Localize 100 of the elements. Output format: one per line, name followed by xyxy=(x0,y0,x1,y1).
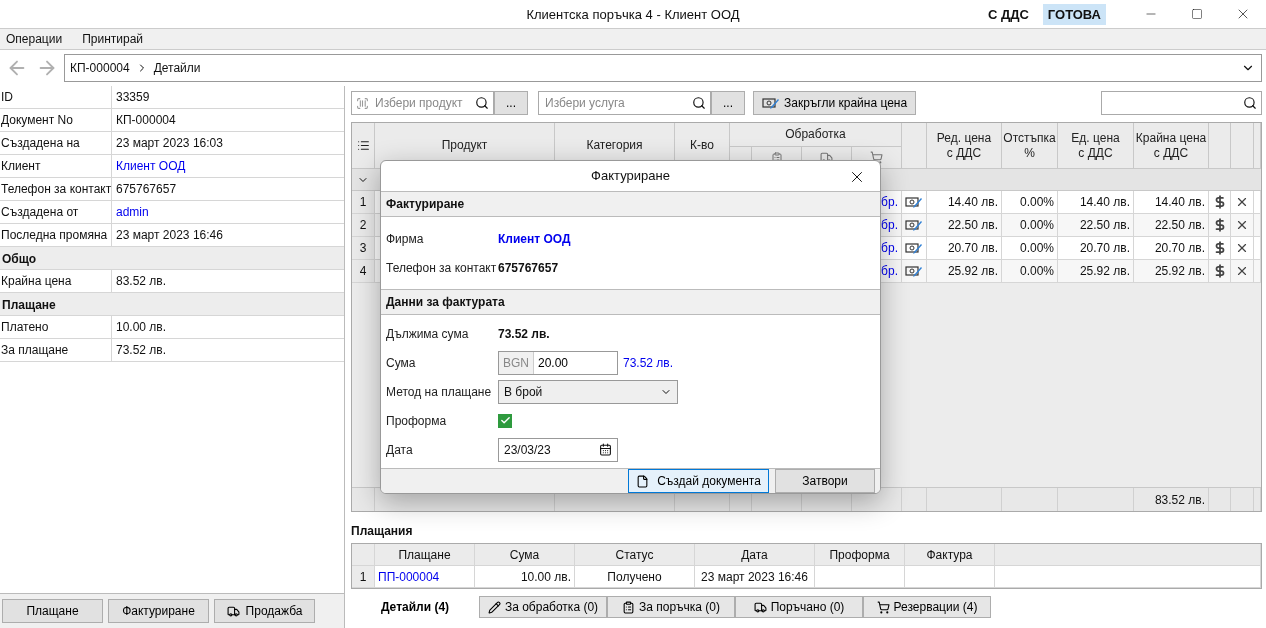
column-header: Проформа xyxy=(815,544,905,566)
service-search-field[interactable]: Избери услуга xyxy=(538,91,711,115)
payment-link[interactable]: ПП-000004 xyxy=(375,566,475,588)
search-icon xyxy=(475,96,489,110)
header-cell xyxy=(352,544,375,566)
round-price-button[interactable]: Закръгли крайна цена xyxy=(753,91,917,115)
payment-method-select[interactable]: В брой xyxy=(498,379,678,404)
action-button[interactable]: Плащане xyxy=(2,599,103,623)
section-header: Общо xyxy=(0,247,344,270)
property-value: 33359 xyxy=(115,89,151,106)
more-button[interactable]: ... xyxy=(494,91,528,115)
field-value: 675767657 xyxy=(498,261,559,276)
barcode-icon xyxy=(356,96,369,110)
search-icon xyxy=(692,96,706,110)
breadcrumb-field[interactable]: КП-000004 Детайли xyxy=(64,54,1262,82)
row-number: 1 xyxy=(352,191,375,214)
amount-field[interactable]: BGN 20.00 xyxy=(498,350,618,375)
dialog-button[interactable]: Създай документа xyxy=(628,469,769,493)
search-field[interactable] xyxy=(1101,91,1262,115)
section-title: Плащания xyxy=(351,524,414,538)
column-header: Сума xyxy=(475,544,575,566)
delete-icon[interactable] xyxy=(1235,241,1249,255)
delete-icon[interactable] xyxy=(1235,195,1249,209)
property-value: КП-000004 xyxy=(115,112,177,129)
section-header: Фактуриране xyxy=(381,191,880,217)
property-value: 23 март 2023 16:03 xyxy=(115,135,224,152)
property-value: 23 март 2023 16:46 xyxy=(115,227,224,244)
action-button[interactable]: Фактуриране xyxy=(108,599,209,623)
breadcrumb-item[interactable]: КП-000004 xyxy=(70,61,130,75)
property-value: 10.00 лв. xyxy=(115,319,168,336)
field-label: Сума xyxy=(386,355,417,370)
column-chooser-icon[interactable] xyxy=(356,139,370,152)
field-label: Телефон за контакт xyxy=(386,261,498,276)
row-number: 2 xyxy=(352,214,375,237)
property-label: За плащане xyxy=(0,339,112,361)
tab[interactable]: Резервации (4) xyxy=(863,596,991,618)
property-label: Последна промяна xyxy=(0,224,112,246)
property-label: Документ No xyxy=(0,109,112,131)
banknote-pencil-icon xyxy=(905,241,923,255)
calendar-icon[interactable] xyxy=(599,443,612,456)
field-label: Фирма xyxy=(386,232,425,247)
tab[interactable]: За поръчка (0) xyxy=(607,596,735,618)
row-number: 4 xyxy=(352,260,375,283)
property-label: Създадена от xyxy=(0,201,112,223)
property-label: ID xyxy=(0,86,112,108)
tab[interactable]: Поръчано (0) xyxy=(735,596,863,618)
company-link[interactable]: Клиент ООД xyxy=(498,232,571,247)
banknote-pencil-icon xyxy=(905,264,923,278)
table-cell: 10.00 лв. xyxy=(475,566,575,588)
cart-icon xyxy=(876,600,890,614)
field-value: 73.52 лв. xyxy=(498,326,550,341)
currency-label: BGN xyxy=(499,351,534,374)
table-cell: 0.00% xyxy=(1002,214,1058,237)
table-cell: 22.50 лв. xyxy=(1134,214,1209,237)
vat-label: С ДДС xyxy=(987,6,1029,22)
amount-link[interactable]: 73.52 лв. xyxy=(623,355,674,370)
dialog-title: Фактуриране xyxy=(591,168,670,184)
search-icon xyxy=(1243,96,1257,110)
search-input[interactable]: Избери продукт xyxy=(373,95,471,111)
tab[interactable]: За обработка (0) xyxy=(479,596,607,618)
breadcrumb-item[interactable]: Детайли xyxy=(153,61,201,75)
maximize-icon xyxy=(1191,8,1203,20)
property-label: Клиент xyxy=(0,155,112,177)
property-label: Телефон за контакт xyxy=(0,178,112,200)
table-cell: 23 март 2023 16:46 xyxy=(695,566,815,588)
section-header: Данни за фактурата xyxy=(381,289,880,315)
checkbox[interactable] xyxy=(498,413,512,428)
document-icon xyxy=(636,474,650,488)
truck-icon xyxy=(753,600,767,614)
action-button[interactable]: Продажба xyxy=(214,599,315,623)
property-link[interactable]: Клиент ООД xyxy=(112,155,344,177)
banknote-pencil-icon xyxy=(905,218,923,232)
menu-item[interactable]: Операции xyxy=(6,32,63,46)
dialog-button[interactable]: Затвори xyxy=(775,469,875,493)
field-label: Дата xyxy=(386,442,414,457)
field-label: Метод на плащане xyxy=(386,384,493,399)
product-search-field[interactable]: Избери продукт xyxy=(351,91,494,115)
delete-icon[interactable] xyxy=(1235,264,1249,278)
property-value: 675767657 xyxy=(115,181,178,198)
banknote-pencil-icon xyxy=(905,195,923,209)
status-badge: ГОТОВА xyxy=(1042,3,1106,25)
menu-item[interactable]: Принтирай xyxy=(82,32,144,46)
search-input[interactable]: Избери услуга xyxy=(543,95,688,111)
truck-icon xyxy=(226,604,240,618)
property-value: 83.52 лв. xyxy=(115,273,168,290)
property-link[interactable]: admin xyxy=(112,201,344,223)
total-cell: 83.52 лв. xyxy=(1134,488,1209,511)
banknote-pencil-icon xyxy=(762,96,780,110)
property-label: Крайна цена xyxy=(0,270,112,292)
property-label: Създадена на xyxy=(0,132,112,154)
column-header: Статус xyxy=(575,544,695,566)
section-header: Плащане xyxy=(0,293,344,316)
field-label: Проформа xyxy=(386,413,448,428)
column-header: Плащане xyxy=(375,544,475,566)
delete-icon[interactable] xyxy=(1235,218,1249,232)
table-cell: 22.50 лв. xyxy=(927,214,1002,237)
date-field[interactable]: 23/03/23 xyxy=(498,437,618,462)
property-label: Платено xyxy=(0,316,112,338)
column-header: Обработка xyxy=(730,123,902,147)
more-button[interactable]: ... xyxy=(711,91,745,115)
